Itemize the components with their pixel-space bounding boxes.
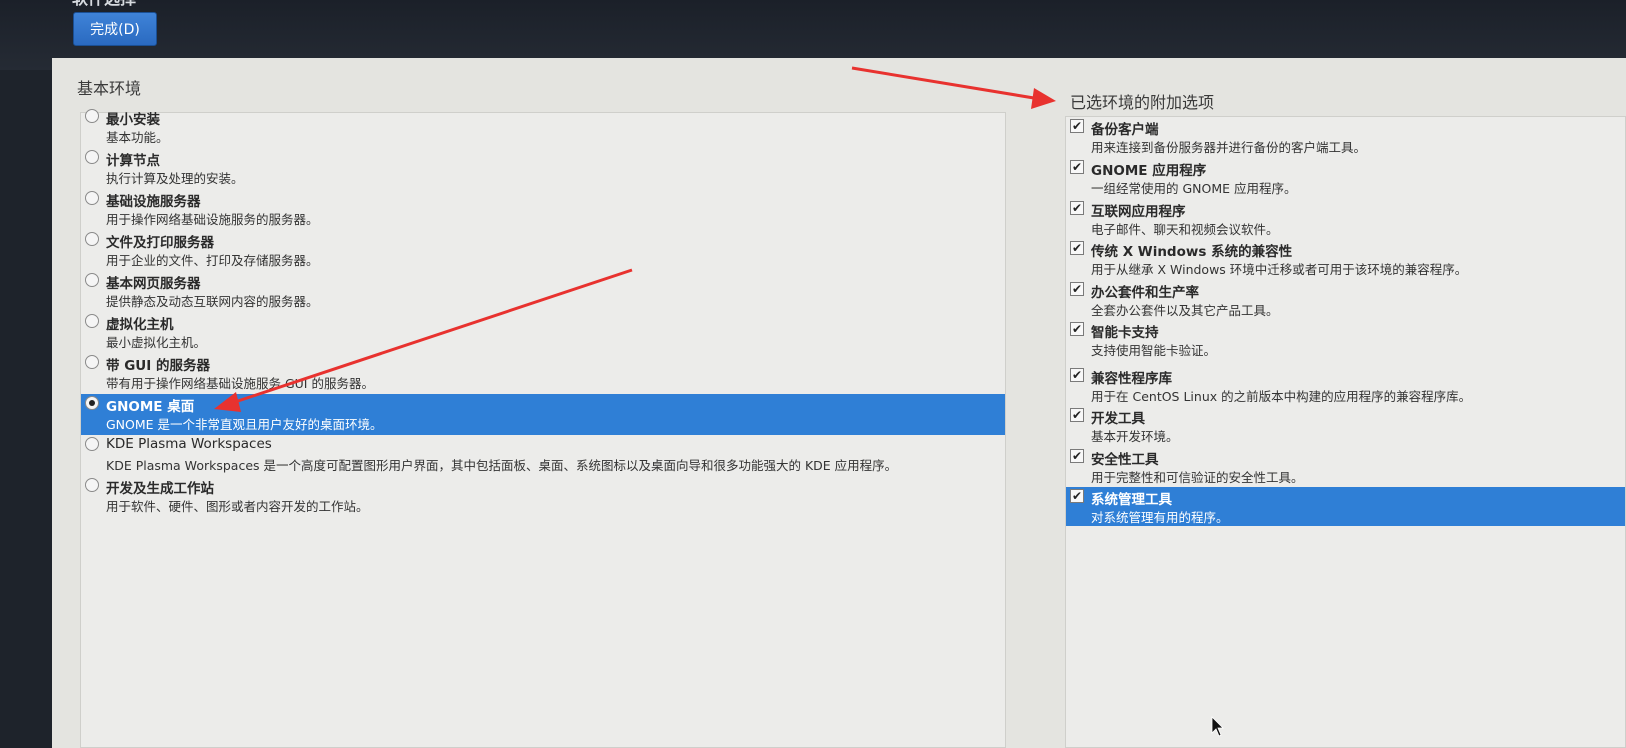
addon-item-label: 系统管理工具 [1091, 492, 1172, 508]
addon-item-desc: 对系统管理有用的程序。 [1091, 510, 1229, 525]
checkbox-checked-icon[interactable]: ✔ [1070, 282, 1084, 296]
radio-icon[interactable] [85, 150, 99, 164]
spoke-title: 软件选择 [72, 0, 136, 8]
env-item-file-print-server[interactable]: 文件及打印服务器 用于企业的文件、打印及存储服务器。 [81, 230, 1005, 271]
env-item-label: 虚拟化主机 [106, 317, 174, 333]
env-item-desc: GNOME 是一个非常直观且用户友好的桌面环境。 [106, 417, 383, 432]
addon-item-office-suite[interactable]: ✔ 办公套件和生产率 全套办公套件以及其它产品工具。 [1066, 280, 1625, 321]
addons-list: ✔ 备份客户端 用来连接到备份服务器并进行备份的客户端工具。 ✔ GNOME 应… [1065, 116, 1626, 748]
radio-icon[interactable] [85, 109, 99, 123]
env-item-label: 计算节点 [106, 153, 160, 169]
checkbox-checked-icon[interactable]: ✔ [1070, 160, 1084, 174]
addon-item-desc: 用于在 CentOS Linux 的之前版本中构建的应用程序的兼容程序库。 [1091, 389, 1472, 404]
addon-item-label: 办公套件和生产率 [1091, 285, 1199, 301]
base-env-list: 最小安装 基本功能。 计算节点 执行计算及处理的安装。 基础设施服务器 用于操作… [80, 109, 1006, 748]
env-item-label: 带 GUI 的服务器 [106, 358, 210, 374]
env-item-label: 基本网页服务器 [106, 276, 201, 292]
checkbox-checked-icon[interactable]: ✔ [1070, 322, 1084, 336]
checkbox-checked-icon[interactable]: ✔ [1070, 489, 1084, 503]
env-item-label: 最小安装 [106, 112, 160, 128]
addon-item-desc: 基本开发环境。 [1091, 429, 1179, 444]
checkbox-checked-icon[interactable]: ✔ [1070, 449, 1084, 463]
env-item-desc: KDE Plasma Workspaces 是一个高度可配置图形用户界面，其中包… [106, 458, 898, 473]
env-item-desc: 带有用于操作网络基础设施服务 GUI 的服务器。 [106, 376, 374, 391]
env-item-infrastructure-server[interactable]: 基础设施服务器 用于操作网络基础设施服务的服务器。 [81, 189, 1005, 230]
env-item-desc: 执行计算及处理的安装。 [106, 171, 244, 186]
addon-item-smart-card[interactable]: ✔ 智能卡支持 支持使用智能卡验证。 [1066, 320, 1625, 361]
env-item-desc: 用于企业的文件、打印及存储服务器。 [106, 253, 319, 268]
radio-icon[interactable] [85, 437, 99, 451]
base-env-title: 基本环境 [77, 79, 142, 98]
env-item-dev-workstation[interactable]: 开发及生成工作站 用于软件、硬件、图形或者内容开发的工作站。 [81, 476, 1005, 517]
addon-item-desc: 支持使用智能卡验证。 [1091, 343, 1217, 358]
addon-item-system-admin-tools[interactable]: ✔ 系统管理工具 对系统管理有用的程序。 [1066, 487, 1625, 526]
env-item-virtualization-host[interactable]: 虚拟化主机 最小虚拟化主机。 [81, 312, 1005, 353]
env-item-desc: 用于软件、硬件、图形或者内容开发的工作站。 [106, 499, 369, 514]
addon-item-dev-tools[interactable]: ✔ 开发工具 基本开发环境。 [1066, 406, 1625, 447]
env-item-label: GNOME 桌面 [106, 399, 195, 415]
radio-selected-icon[interactable] [85, 396, 99, 410]
addon-item-label: 开发工具 [1091, 411, 1145, 427]
radio-icon[interactable] [85, 273, 99, 287]
env-item-minimal[interactable]: 最小安装 基本功能。 [81, 107, 1005, 148]
env-item-compute-node[interactable]: 计算节点 执行计算及处理的安装。 [81, 148, 1005, 189]
checkbox-checked-icon[interactable]: ✔ [1070, 408, 1084, 422]
content-panel: 基本环境 最小安装 基本功能。 计算节点 执行计算及处理的安装。 基础设施服务器… [52, 58, 1626, 748]
env-item-label: KDE Plasma Workspaces [106, 436, 272, 452]
checkbox-checked-icon[interactable]: ✔ [1070, 368, 1084, 382]
env-item-gnome-desktop[interactable]: GNOME 桌面 GNOME 是一个非常直观且用户友好的桌面环境。 [81, 394, 1005, 435]
checkbox-checked-icon[interactable]: ✔ [1070, 201, 1084, 215]
env-item-label: 文件及打印服务器 [106, 235, 214, 251]
addon-item-x-windows-compat[interactable]: ✔ 传统 X Windows 系统的兼容性 用于从继承 X Windows 环境… [1066, 239, 1625, 280]
env-item-kde-plasma[interactable]: KDE Plasma Workspaces KDE Plasma Workspa… [81, 435, 1005, 476]
addon-item-label: 互联网应用程序 [1091, 204, 1186, 220]
env-item-desc: 提供静态及动态互联网内容的服务器。 [106, 294, 319, 309]
addon-item-label: 备份客户端 [1091, 122, 1159, 138]
radio-icon[interactable] [85, 232, 99, 246]
radio-icon[interactable] [85, 314, 99, 328]
env-item-desc: 用于操作网络基础设施服务的服务器。 [106, 212, 319, 227]
env-item-desc: 最小虚拟化主机。 [106, 335, 207, 350]
addon-item-backup-client[interactable]: ✔ 备份客户端 用来连接到备份服务器并进行备份的客户端工具。 [1066, 117, 1625, 158]
env-item-desc: 基本功能。 [106, 130, 169, 145]
addon-item-desc: 全套办公套件以及其它产品工具。 [1091, 303, 1279, 318]
addon-item-desc: 电子邮件、聊天和视频会议软件。 [1091, 222, 1279, 237]
env-item-server-gui[interactable]: 带 GUI 的服务器 带有用于操作网络基础设施服务 GUI 的服务器。 [81, 353, 1005, 394]
addons-title: 已选环境的附加选项 [1070, 93, 1215, 112]
addon-item-label: 智能卡支持 [1091, 325, 1159, 341]
env-item-web-server[interactable]: 基本网页服务器 提供静态及动态互联网内容的服务器。 [81, 271, 1005, 312]
addon-item-desc: 用来连接到备份服务器并进行备份的客户端工具。 [1091, 140, 1367, 155]
addon-item-desc: 一组经常使用的 GNOME 应用程序。 [1091, 181, 1297, 196]
addon-item-label: 兼容性程序库 [1091, 371, 1172, 387]
env-item-label: 基础设施服务器 [106, 194, 201, 210]
addon-item-desc: 用于完整性和可信验证的安全性工具。 [1091, 470, 1304, 485]
addon-item-gnome-apps[interactable]: ✔ GNOME 应用程序 一组经常使用的 GNOME 应用程序。 [1066, 158, 1625, 199]
addon-item-compat-libs[interactable]: ✔ 兼容性程序库 用于在 CentOS Linux 的之前版本中构建的应用程序的… [1066, 366, 1625, 407]
checkbox-checked-icon[interactable]: ✔ [1070, 119, 1084, 133]
radio-icon[interactable] [85, 478, 99, 492]
addon-item-label: 安全性工具 [1091, 452, 1159, 468]
addon-item-label: 传统 X Windows 系统的兼容性 [1091, 244, 1293, 260]
addon-item-desc: 用于从继承 X Windows 环境中迁移或者可用于该环境的兼容程序。 [1091, 262, 1468, 277]
done-button[interactable]: 完成(D) [73, 12, 157, 46]
addon-item-internet-apps[interactable]: ✔ 互联网应用程序 电子邮件、聊天和视频会议软件。 [1066, 199, 1625, 240]
addon-item-label: GNOME 应用程序 [1091, 163, 1207, 179]
checkbox-checked-icon[interactable]: ✔ [1070, 241, 1084, 255]
env-item-label: 开发及生成工作站 [106, 481, 214, 497]
addon-item-security-tools[interactable]: ✔ 安全性工具 用于完整性和可信验证的安全性工具。 [1066, 447, 1625, 488]
radio-icon[interactable] [85, 191, 99, 205]
radio-icon[interactable] [85, 355, 99, 369]
